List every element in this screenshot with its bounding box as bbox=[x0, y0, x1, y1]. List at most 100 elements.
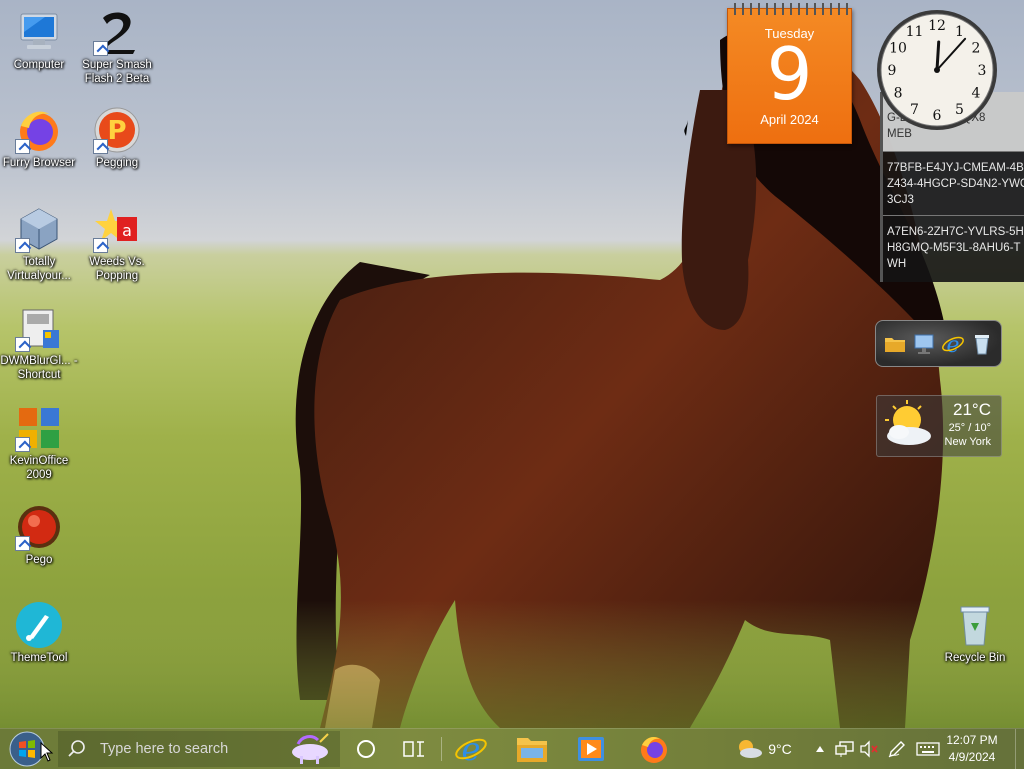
note-item[interactable]: A7EN6-2ZH7C-YVLRS-5H H8GMQ-M5F3L-8AHU6-T… bbox=[883, 216, 1024, 278]
task-view-icon bbox=[403, 741, 424, 757]
desktop-icon-pegging[interactable]: P Pegging bbox=[78, 106, 156, 170]
clock-numeral: 9 bbox=[888, 63, 897, 79]
pego-icon bbox=[15, 503, 63, 551]
taskbar-time: 12:07 PM bbox=[946, 733, 998, 747]
weather-temperature: 21°C bbox=[953, 400, 991, 419]
shortcut-arrow-icon bbox=[15, 536, 30, 551]
weather-high-low: 25° / 10° bbox=[948, 422, 991, 434]
cortana-circle-icon bbox=[357, 740, 375, 758]
media-player-icon bbox=[578, 737, 604, 761]
svg-text:e: e bbox=[947, 333, 960, 356]
taskbar-weather-icon[interactable] bbox=[734, 729, 764, 769]
ssf2-icon bbox=[93, 8, 141, 56]
keyboard-icon[interactable] bbox=[914, 729, 942, 769]
desktop-icon-label: KevinOffice 2009 bbox=[9, 455, 69, 481]
dwm-blur-icon bbox=[15, 304, 63, 352]
calendar-rings bbox=[730, 3, 849, 15]
svg-text:a: a bbox=[122, 221, 132, 240]
taskbar-search-box[interactable] bbox=[58, 731, 340, 767]
calendar-gadget[interactable]: Tuesday 9 April 2024 bbox=[727, 3, 852, 144]
desktop-icon-pego[interactable]: Pego bbox=[0, 503, 78, 567]
note-item[interactable]: 77BFB-E4JYJ-CMEAM-4B4 Z434-4HGCP-SD4N2-Y… bbox=[883, 152, 1024, 216]
desktop-icon-totally-virtual[interactable]: Totally Virtualyour... bbox=[0, 205, 78, 283]
desktop-icon-weeds-vs-popping[interactable]: a Weeds Vs. Popping bbox=[78, 205, 156, 283]
weather-gadget[interactable]: 21°C 25° / 10° New York bbox=[876, 395, 1002, 457]
shortcut-arrow-icon bbox=[93, 139, 108, 154]
unicorn-search-highlight-icon bbox=[292, 733, 329, 764]
taskbar-weather-temp[interactable]: 9°C bbox=[764, 729, 796, 769]
recycle-bin-icon bbox=[951, 601, 999, 649]
network-icon[interactable] bbox=[912, 332, 936, 356]
desktop-icon-label: DWMBlurGl... - Shortcut bbox=[0, 355, 78, 381]
clock-numeral: 3 bbox=[978, 63, 987, 79]
taskbar-media-player[interactable] bbox=[570, 729, 612, 769]
clock-numeral: 10 bbox=[889, 41, 907, 57]
taskbar-internet-explorer[interactable]: e bbox=[450, 729, 492, 769]
taskbar-date: 4/9/2024 bbox=[948, 750, 996, 764]
show-desktop-button[interactable] bbox=[1015, 729, 1024, 769]
weather-city: New York bbox=[944, 436, 991, 448]
desktop-icon-label: ThemeTool bbox=[10, 652, 68, 664]
cortana-button[interactable] bbox=[350, 729, 382, 769]
computer-icon bbox=[15, 8, 63, 56]
clock-hour-hand bbox=[935, 40, 941, 72]
desktop-icon-label: Super Smash Flash 2 Beta bbox=[82, 59, 152, 85]
clock-numeral: 12 bbox=[928, 18, 946, 34]
taskbar-firefox[interactable] bbox=[632, 729, 676, 769]
clock-numeral: 1 bbox=[955, 24, 964, 40]
internet-explorer-icon[interactable]: e bbox=[941, 332, 965, 358]
desktop-icon-kevinoffice[interactable]: KevinOffice 2009 bbox=[0, 404, 78, 482]
calendar-month-year: April 2024 bbox=[760, 112, 819, 127]
clock-numeral: 4 bbox=[972, 86, 981, 102]
pen-icon[interactable] bbox=[886, 729, 908, 769]
clock-gadget[interactable]: 12 1 2 3 4 5 6 7 8 9 10 11 bbox=[875, 8, 999, 132]
network-icon[interactable] bbox=[834, 729, 856, 769]
analog-clock-face: 12 12 3 45678 9 1011 bbox=[877, 10, 997, 130]
taskbar: e 9°C 12:07 PM 4/9/2024 bbox=[0, 728, 1024, 769]
shortcut-arrow-icon bbox=[15, 337, 30, 352]
desktop-icon-label: Pegging bbox=[95, 157, 139, 169]
volume-muted-icon[interactable] bbox=[858, 729, 880, 769]
desktop-icon-label: Computer bbox=[13, 59, 65, 71]
svg-text:P: P bbox=[107, 116, 126, 146]
office-icon bbox=[15, 404, 63, 452]
theme-tool-icon bbox=[15, 601, 63, 649]
desktop-icon-label: Totally Virtualyour... bbox=[7, 256, 71, 282]
desktop-icon-dwm-blur[interactable]: DWMBlurGl... - Shortcut bbox=[0, 304, 78, 382]
desktop-icon-super-smash-flash[interactable]: Super Smash Flash 2 Beta bbox=[78, 8, 156, 86]
folder-icon[interactable] bbox=[883, 332, 907, 356]
chevron-up-icon[interactable] bbox=[812, 729, 828, 769]
folder-icon bbox=[517, 738, 547, 762]
taskbar-divider bbox=[441, 737, 442, 761]
taskbar-clock[interactable]: 12:07 PM 4/9/2024 bbox=[942, 732, 1002, 766]
clock-numeral: 11 bbox=[906, 24, 924, 40]
app-launcher-gadget[interactable]: e bbox=[875, 320, 1002, 367]
svg-text:e: e bbox=[462, 732, 481, 766]
clock-numeral: 8 bbox=[894, 86, 903, 102]
desktop-icon-label: Pego bbox=[25, 554, 53, 566]
desktop-icon-label: Weeds Vs. Popping bbox=[89, 256, 145, 282]
shortcut-arrow-icon bbox=[15, 437, 30, 452]
partly-cloudy-icon bbox=[885, 400, 931, 445]
recycle-bin-icon[interactable] bbox=[970, 332, 994, 356]
desktop-icon-recycle-bin[interactable]: Recycle Bin bbox=[936, 601, 1014, 665]
taskbar-file-explorer[interactable] bbox=[510, 729, 554, 769]
desktop-icon-computer[interactable]: Computer bbox=[0, 8, 78, 72]
desktop-icon-themetool[interactable]: ThemeTool bbox=[0, 601, 78, 665]
shortcut-arrow-icon bbox=[15, 139, 30, 154]
search-icon bbox=[68, 740, 85, 757]
desktop-icon-label: Furry Browser bbox=[2, 157, 76, 169]
shortcut-arrow-icon bbox=[93, 41, 108, 56]
calendar-day: 9 bbox=[766, 32, 813, 116]
virtual-box-icon bbox=[15, 205, 63, 253]
internet-explorer-icon: e bbox=[455, 732, 487, 766]
clock-numeral: 7 bbox=[910, 102, 919, 118]
desktop-icon-label: Recycle Bin bbox=[944, 652, 1006, 664]
weeds-icon: a bbox=[93, 205, 141, 253]
shortcut-arrow-icon bbox=[15, 238, 30, 253]
firefox-icon bbox=[15, 106, 63, 154]
clock-numeral: 6 bbox=[933, 108, 942, 124]
partly-cloudy-icon bbox=[739, 740, 762, 758]
desktop-icon-furry-browser[interactable]: Furry Browser bbox=[0, 106, 78, 170]
task-view-button[interactable] bbox=[398, 729, 430, 769]
